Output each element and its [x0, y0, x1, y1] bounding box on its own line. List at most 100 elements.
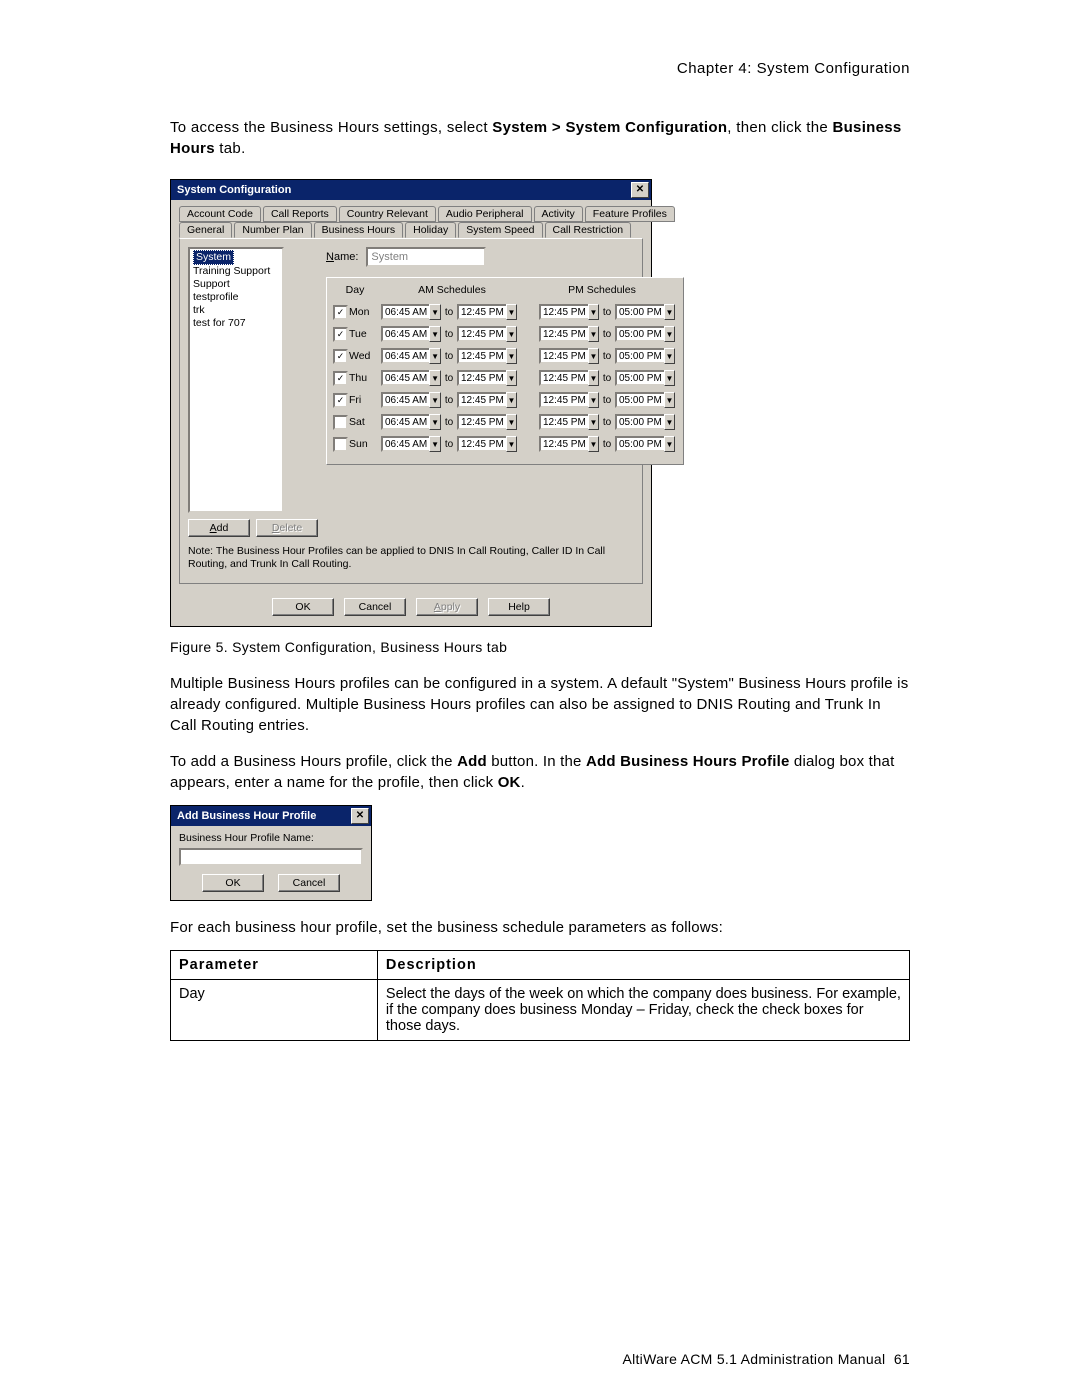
close-button[interactable]: ✕ [631, 182, 649, 198]
list-item[interactable]: Training Support [191, 265, 281, 278]
pm-start-dropdown[interactable]: 12:45 PM▼ [539, 348, 599, 364]
delete-button[interactable]: Delete [256, 519, 318, 537]
dialog-titlebar[interactable]: System Configuration ✕ [171, 180, 651, 200]
chevron-down-icon[interactable]: ▼ [506, 414, 517, 430]
day-checkbox[interactable]: ✓ [333, 393, 348, 408]
chevron-down-icon[interactable]: ▼ [429, 370, 441, 386]
pm-end-dropdown[interactable]: 05:00 PM▼ [615, 304, 675, 320]
time-value: 12:45 PM [539, 348, 588, 364]
list-item[interactable]: trk [191, 304, 281, 317]
chevron-down-icon[interactable]: ▼ [429, 304, 441, 320]
chevron-down-icon[interactable]: ▼ [429, 348, 441, 364]
am-start-dropdown[interactable]: 06:45 AM▼ [381, 326, 441, 342]
day-checkbox[interactable] [333, 437, 348, 452]
chevron-down-icon[interactable]: ▼ [506, 348, 517, 364]
day-checkbox[interactable]: ✓ [333, 349, 348, 364]
day-checkbox[interactable] [333, 415, 348, 430]
chevron-down-icon[interactable]: ▼ [506, 436, 517, 452]
list-item[interactable]: test for 707 [191, 317, 281, 330]
profile-listbox[interactable]: System Training Support Support testprof… [188, 247, 284, 513]
chevron-down-icon[interactable]: ▼ [664, 304, 675, 320]
chevron-down-icon[interactable]: ▼ [664, 326, 675, 342]
am-end-dropdown[interactable]: 12:45 PM▼ [457, 348, 517, 364]
chevron-down-icon[interactable]: ▼ [506, 392, 517, 408]
close-button[interactable]: ✕ [351, 808, 369, 824]
pm-start-dropdown[interactable]: 12:45 PM▼ [539, 370, 599, 386]
pm-end-dropdown[interactable]: 05:00 PM▼ [615, 392, 675, 408]
add-button[interactable]: Add [188, 519, 250, 537]
chevron-down-icon[interactable]: ▼ [588, 304, 599, 320]
small-dialog-titlebar[interactable]: Add Business Hour Profile ✕ [171, 806, 371, 826]
am-start-dropdown[interactable]: 06:45 AM▼ [381, 304, 441, 320]
am-start-dropdown[interactable]: 06:45 AM▼ [381, 436, 441, 452]
tab-account-code[interactable]: Account Code [179, 206, 261, 222]
am-end-dropdown[interactable]: 12:45 PM▼ [457, 436, 517, 452]
chevron-down-icon[interactable]: ▼ [429, 392, 441, 408]
day-checkbox[interactable]: ✓ [333, 305, 348, 320]
profile-name-input[interactable] [179, 848, 363, 866]
day-checkbox[interactable]: ✓ [333, 327, 348, 342]
tab-country-relevant[interactable]: Country Relevant [339, 206, 436, 222]
tab-audio-peripheral[interactable]: Audio Peripheral [438, 206, 532, 222]
schedule-column: Name: System Day AM Schedules PM Schedul… [326, 247, 684, 537]
tab-general[interactable]: General [179, 222, 232, 238]
name-field[interactable]: System [366, 247, 486, 267]
chevron-down-icon[interactable]: ▼ [506, 304, 517, 320]
pm-start-dropdown[interactable]: 12:45 PM▼ [539, 414, 599, 430]
tab-holiday[interactable]: Holiday [405, 222, 456, 238]
chevron-down-icon[interactable]: ▼ [588, 326, 599, 342]
am-end-dropdown[interactable]: 12:45 PM▼ [457, 326, 517, 342]
list-item[interactable]: System [193, 250, 234, 265]
am-start-dropdown[interactable]: 06:45 AM▼ [381, 414, 441, 430]
am-end-dropdown[interactable]: 12:45 PM▼ [457, 392, 517, 408]
am-start-dropdown[interactable]: 06:45 AM▼ [381, 348, 441, 364]
list-item[interactable]: Support [191, 278, 281, 291]
pm-start-dropdown[interactable]: 12:45 PM▼ [539, 392, 599, 408]
chevron-down-icon[interactable]: ▼ [429, 326, 441, 342]
day-checkbox[interactable]: ✓ [333, 371, 348, 386]
pm-start-dropdown[interactable]: 12:45 PM▼ [539, 304, 599, 320]
tab-call-reports[interactable]: Call Reports [263, 206, 337, 222]
chevron-down-icon[interactable]: ▼ [664, 392, 675, 408]
tab-system-speed[interactable]: System Speed [458, 222, 542, 238]
col-pm: PM Schedules [527, 282, 677, 298]
pm-end-dropdown[interactable]: 05:00 PM▼ [615, 414, 675, 430]
chevron-down-icon[interactable]: ▼ [429, 436, 441, 452]
tab-feature-profiles[interactable]: Feature Profiles [585, 206, 675, 222]
chevron-down-icon[interactable]: ▼ [588, 414, 599, 430]
chevron-down-icon[interactable]: ▼ [664, 348, 675, 364]
ok-button[interactable]: OK [202, 874, 264, 892]
chevron-down-icon[interactable]: ▼ [588, 348, 599, 364]
chevron-down-icon[interactable]: ▼ [506, 326, 517, 342]
pm-end-dropdown[interactable]: 05:00 PM▼ [615, 436, 675, 452]
chevron-down-icon[interactable]: ▼ [588, 370, 599, 386]
chevron-down-icon[interactable]: ▼ [506, 370, 517, 386]
chevron-down-icon[interactable]: ▼ [588, 436, 599, 452]
am-end-dropdown[interactable]: 12:45 PM▼ [457, 304, 517, 320]
tab-call-restriction[interactable]: Call Restriction [545, 222, 632, 238]
cancel-button[interactable]: Cancel [278, 874, 340, 892]
ok-button[interactable]: OK [272, 598, 334, 616]
pm-start-dropdown[interactable]: 12:45 PM▼ [539, 326, 599, 342]
cancel-button[interactable]: Cancel [344, 598, 406, 616]
tab-activity[interactable]: Activity [534, 206, 583, 222]
am-end-dropdown[interactable]: 12:45 PM▼ [457, 414, 517, 430]
pm-end-dropdown[interactable]: 05:00 PM▼ [615, 370, 675, 386]
chevron-down-icon[interactable]: ▼ [664, 436, 675, 452]
pm-end-dropdown[interactable]: 05:00 PM▼ [615, 348, 675, 364]
am-end-dropdown[interactable]: 12:45 PM▼ [457, 370, 517, 386]
apply-button[interactable]: Apply [416, 598, 478, 616]
am-start-dropdown[interactable]: 06:45 AM▼ [381, 370, 441, 386]
chevron-down-icon[interactable]: ▼ [664, 414, 675, 430]
chevron-down-icon[interactable]: ▼ [664, 370, 675, 386]
intro-mid: , then click the [727, 119, 832, 136]
chevron-down-icon[interactable]: ▼ [588, 392, 599, 408]
pm-start-dropdown[interactable]: 12:45 PM▼ [539, 436, 599, 452]
tab-business-hours[interactable]: Business Hours [314, 222, 404, 238]
help-button[interactable]: Help [488, 598, 550, 616]
tab-number-plan[interactable]: Number Plan [234, 222, 311, 238]
pm-end-dropdown[interactable]: 05:00 PM▼ [615, 326, 675, 342]
chevron-down-icon[interactable]: ▼ [429, 414, 441, 430]
list-item[interactable]: testprofile [191, 291, 281, 304]
am-start-dropdown[interactable]: 06:45 AM▼ [381, 392, 441, 408]
